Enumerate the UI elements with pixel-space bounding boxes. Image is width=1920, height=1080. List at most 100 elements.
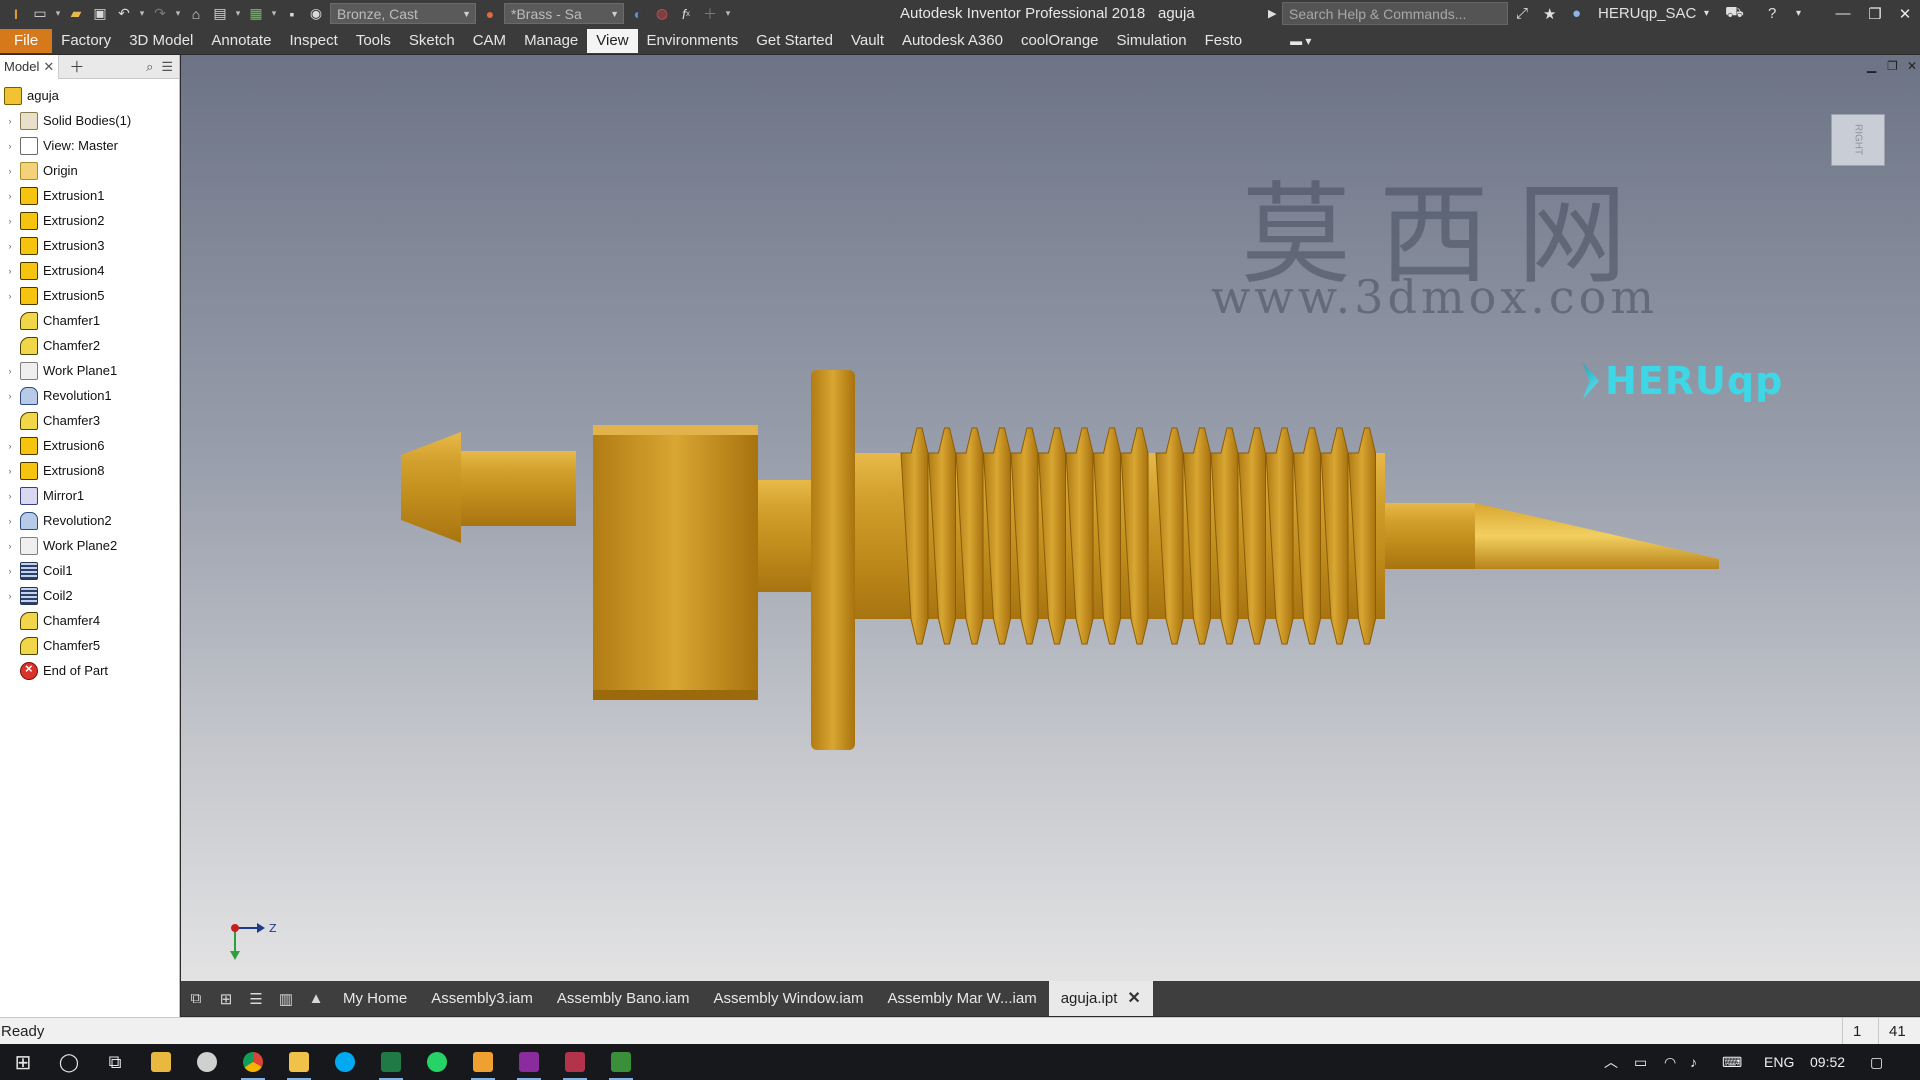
onenote-icon[interactable] <box>506 1044 552 1080</box>
globe-icon[interactable]: ◉ <box>304 3 328 25</box>
document-tab[interactable]: My Home <box>331 981 419 1016</box>
home-icon[interactable]: ⌂ <box>184 3 208 25</box>
user-dropdown-icon[interactable]: ▾ <box>1704 0 1709 27</box>
part-model[interactable] <box>181 55 1920 981</box>
excel-icon[interactable] <box>368 1044 414 1080</box>
tree-item[interactable]: Chamfer3 <box>0 408 179 433</box>
user-icon[interactable]: ● <box>1572 0 1581 27</box>
ribbon-tab-tools[interactable]: Tools <box>347 29 400 53</box>
tab-list-icon[interactable]: ▲ <box>301 981 331 1016</box>
save-icon[interactable]: ▣ <box>88 3 112 25</box>
new-file-dropdown-icon[interactable]: ▾ <box>52 3 64 25</box>
clock[interactable]: 09:52 <box>1810 1044 1845 1080</box>
expand-chevron-icon[interactable]: › <box>4 491 16 501</box>
ribbon-tab-simulation[interactable]: Simulation <box>1108 29 1196 53</box>
cortana-search-icon[interactable]: ◯ <box>46 1044 92 1080</box>
open-folder-icon[interactable]: ▰ <box>64 3 88 25</box>
paint-app-icon[interactable] <box>184 1044 230 1080</box>
search-expand-icon[interactable]: ▶ <box>1268 0 1276 27</box>
expand-chevron-icon[interactable]: › <box>4 266 16 276</box>
undo-icon[interactable]: ↶ <box>112 3 136 25</box>
update-dropdown-icon[interactable]: ▾ <box>232 3 244 25</box>
expand-chevron-icon[interactable]: › <box>4 566 16 576</box>
select-icon[interactable]: ▦ <box>244 3 268 25</box>
expand-chevron-icon[interactable]: › <box>4 366 16 376</box>
ribbon-tab-festo[interactable]: Festo <box>1196 29 1252 53</box>
access-icon[interactable] <box>552 1044 598 1080</box>
app-menu-icon[interactable]: I <box>4 3 28 25</box>
expand-chevron-icon[interactable]: › <box>4 116 16 126</box>
document-tab[interactable]: Assembly Window.iam <box>701 981 875 1016</box>
appearance-select[interactable]: *Brass - Sa ▼ <box>504 3 624 24</box>
help-dropdown-icon[interactable]: ▾ <box>1796 0 1801 27</box>
wifi-icon[interactable]: ◠ <box>1664 1044 1676 1080</box>
tree-item[interactable]: › Extrusion6 <box>0 433 179 458</box>
update-icon[interactable]: ▤ <box>208 3 232 25</box>
tree-item[interactable]: › Extrusion3 <box>0 233 179 258</box>
redo-dropdown-icon[interactable]: ▾ <box>172 3 184 25</box>
expand-chevron-icon[interactable]: › <box>4 516 16 526</box>
tree-item[interactable]: End of Part <box>0 658 179 683</box>
help-icon[interactable]: ? <box>1768 0 1776 27</box>
tree-item[interactable]: Chamfer2 <box>0 333 179 358</box>
customize-toolbar-icon[interactable]: ▾ <box>722 3 734 25</box>
measure-icon[interactable]: ▪ <box>280 3 304 25</box>
tree-item[interactable]: Chamfer1 <box>0 308 179 333</box>
tree-item[interactable]: › Coil1 <box>0 558 179 583</box>
outlook-icon[interactable] <box>276 1044 322 1080</box>
tree-item[interactable]: Chamfer4 <box>0 608 179 633</box>
close-window-icon[interactable]: ✕ <box>1890 0 1920 27</box>
tree-item[interactable]: › Mirror1 <box>0 483 179 508</box>
redo-icon[interactable]: ↷ <box>148 3 172 25</box>
tree-item[interactable]: › Work Plane2 <box>0 533 179 558</box>
browser-tab-model[interactable]: Model ✕ <box>0 54 60 79</box>
expand-chevron-icon[interactable]: › <box>4 591 16 601</box>
select-dropdown-icon[interactable]: ▾ <box>268 3 280 25</box>
windows-start-icon[interactable]: ⊞ <box>0 1044 46 1080</box>
expand-chevron-icon[interactable]: › <box>4 541 16 551</box>
parameters-fx-icon[interactable]: fx <box>674 3 698 25</box>
document-tab[interactable]: aguja.ipt ✕ <box>1048 981 1153 1016</box>
new-file-icon[interactable]: ▭ <box>28 3 52 25</box>
tree-item[interactable]: Chamfer5 <box>0 633 179 658</box>
ribbon-tab-view[interactable]: View <box>587 28 638 53</box>
tree-item[interactable]: › Work Plane1 <box>0 358 179 383</box>
keyboard-icon[interactable]: ⌨ <box>1722 1044 1742 1080</box>
undo-dropdown-icon[interactable]: ▾ <box>136 3 148 25</box>
ribbon-tab-inspect[interactable]: Inspect <box>280 29 346 53</box>
ribbon-tab-3d-model[interactable]: 3D Model <box>120 29 202 53</box>
action-center-icon[interactable]: ▢ <box>1870 1044 1883 1080</box>
ribbon-tab-annotate[interactable]: Annotate <box>202 29 280 53</box>
tree-item[interactable]: › View: Master <box>0 133 179 158</box>
tile-horizontal-icon[interactable]: ☰ <box>241 981 271 1016</box>
tree-item[interactable]: › Extrusion4 <box>0 258 179 283</box>
ribbon-tab-cam[interactable]: CAM <box>464 29 515 53</box>
restore-window-icon[interactable]: ❐ <box>1860 0 1890 27</box>
tree-item[interactable]: › Origin <box>0 158 179 183</box>
material-select[interactable]: Bronze, Cast ▼ <box>330 3 476 24</box>
menu-icon[interactable]: ☰ <box>161 59 173 75</box>
document-tab[interactable]: Assembly Bano.iam <box>545 981 702 1016</box>
search-input[interactable] <box>1282 2 1508 25</box>
language-indicator[interactable]: ENG <box>1764 1044 1794 1080</box>
graphics-viewport[interactable]: ▁ ❐ ✕ RIGHT 莫西网 www.3dmox.com HERUqp Z <box>181 55 1920 981</box>
tree-item[interactable]: › Solid Bodies(1) <box>0 108 179 133</box>
volume-icon[interactable]: ♪ <box>1690 1044 1697 1080</box>
sign-in-arrow-icon[interactable]: ⤢ <box>1516 0 1528 27</box>
tree-item[interactable]: › Extrusion2 <box>0 208 179 233</box>
expand-chevron-icon[interactable]: › <box>4 216 16 226</box>
expand-chevron-icon[interactable]: › <box>4 191 16 201</box>
expand-chevron-icon[interactable]: › <box>4 291 16 301</box>
task-view-icon[interactable]: ⧉ <box>92 1044 138 1080</box>
battery-icon[interactable]: ▭ <box>1634 1044 1647 1080</box>
cart-icon[interactable]: ⛟ <box>1725 0 1744 27</box>
expand-chevron-icon[interactable]: › <box>4 241 16 251</box>
ribbon-tab-vault[interactable]: Vault <box>842 29 893 53</box>
cascade-windows-icon[interactable]: ⧉ <box>181 981 211 1016</box>
expand-chevron-icon[interactable]: › <box>4 141 16 151</box>
tree-item[interactable]: › Revolution2 <box>0 508 179 533</box>
tile-vertical-icon[interactable]: ▥ <box>271 981 301 1016</box>
tree-item[interactable]: aguja <box>0 83 179 108</box>
expand-chevron-icon[interactable]: › <box>4 441 16 451</box>
tree-item[interactable]: › Extrusion5 <box>0 283 179 308</box>
